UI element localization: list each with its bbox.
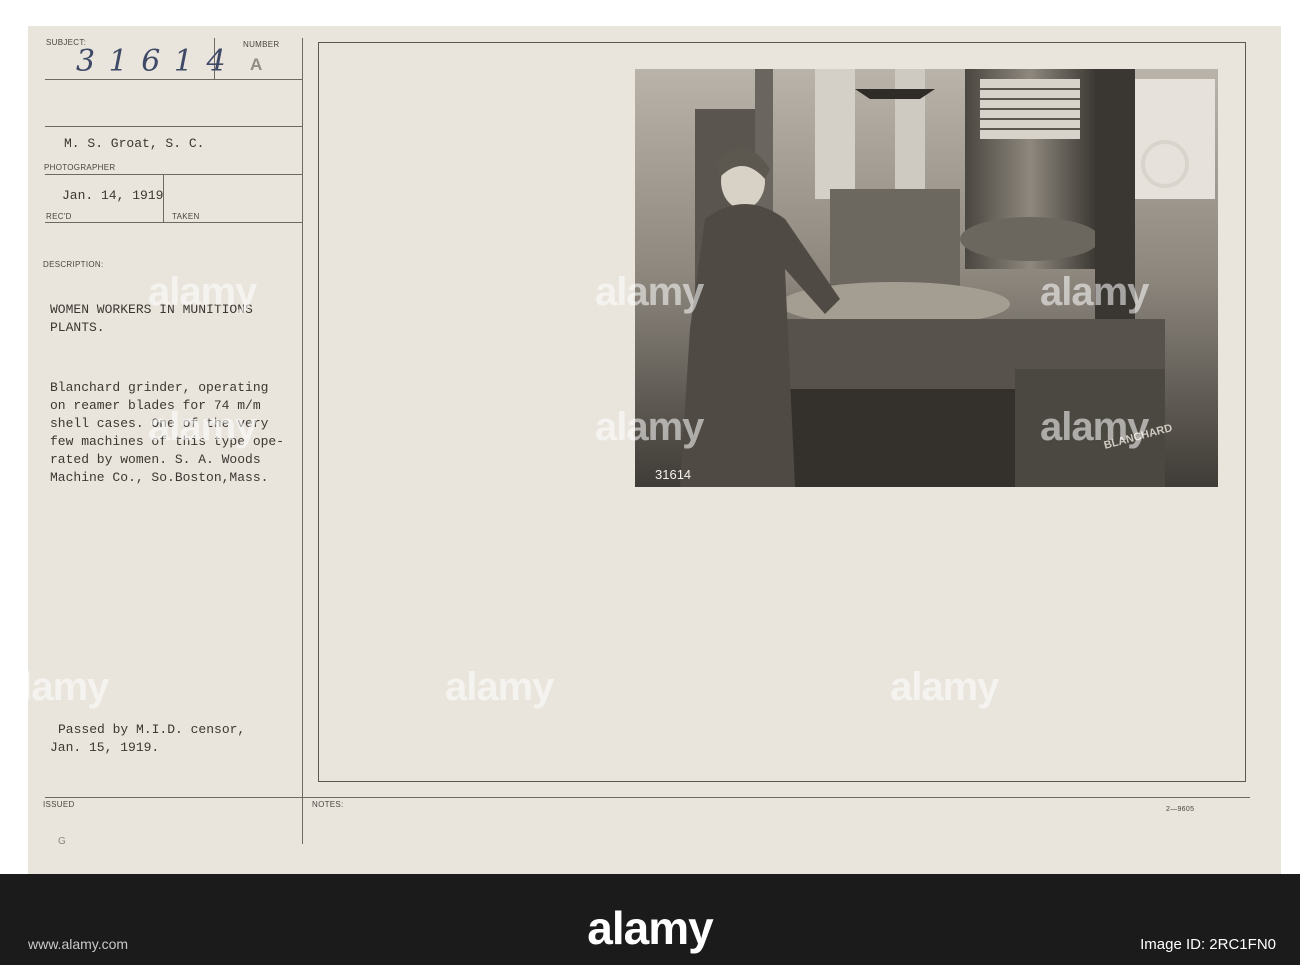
number-label: NUMBER <box>243 40 280 49</box>
issued-label: ISSUED <box>43 800 75 809</box>
watermark-1: alamy <box>148 270 257 314</box>
row-rule-received <box>45 174 303 175</box>
description-heading-2: PLANTS. <box>50 320 105 335</box>
issued-rule <box>45 797 1250 798</box>
censor-line-1: Passed by M.I.D. censor, <box>58 722 246 737</box>
issued-value: G <box>58 836 66 847</box>
brand-logo: alamy <box>587 902 713 954</box>
notes-label: NOTES: <box>312 800 344 809</box>
received-date: Jan. 14, 1919 <box>62 188 164 203</box>
row-rule-photographer <box>45 126 303 127</box>
taken-label: TAKEN <box>172 212 200 221</box>
watermark-7: alamy <box>0 665 109 709</box>
watermark-5: alamy <box>1040 270 1149 314</box>
watermark-8: alamy <box>445 665 554 709</box>
watermark-9: alamy <box>890 665 999 709</box>
row-rule-subject <box>45 79 303 80</box>
watermark-6: alamy <box>1040 405 1149 449</box>
site-url[interactable]: www.alamy.com <box>28 936 128 952</box>
description-line-6: Machine Co., So.Boston,Mass. <box>50 470 269 485</box>
image-id: Image ID: 2RC1FN0 <box>1140 936 1276 953</box>
form-code: 2—9605 <box>1166 806 1195 813</box>
description-line-5: rated by women. S. A. Woods <box>50 452 261 467</box>
photographer-name: M. S. Groat, S. C. <box>64 136 205 151</box>
watermark-2: alamy <box>148 405 257 449</box>
description-label: DESCRIPTION: <box>43 260 104 269</box>
row-rule-taken <box>45 222 303 223</box>
description-line-1: Blanchard grinder, operating <box>50 380 269 395</box>
column-divider <box>302 38 303 844</box>
received-label: REC'D <box>46 212 72 221</box>
censor-line-2: Jan. 15, 1919. <box>50 740 160 755</box>
watermark-4: alamy <box>595 270 704 314</box>
negative-number: 31614 <box>655 467 691 482</box>
watermark-3: alamy <box>595 405 704 449</box>
photographer-label: PHOTOGRAPHER <box>44 163 116 172</box>
subject-number: 3 1 6 1 4 <box>76 44 228 79</box>
number-stamp: A <box>250 55 263 74</box>
